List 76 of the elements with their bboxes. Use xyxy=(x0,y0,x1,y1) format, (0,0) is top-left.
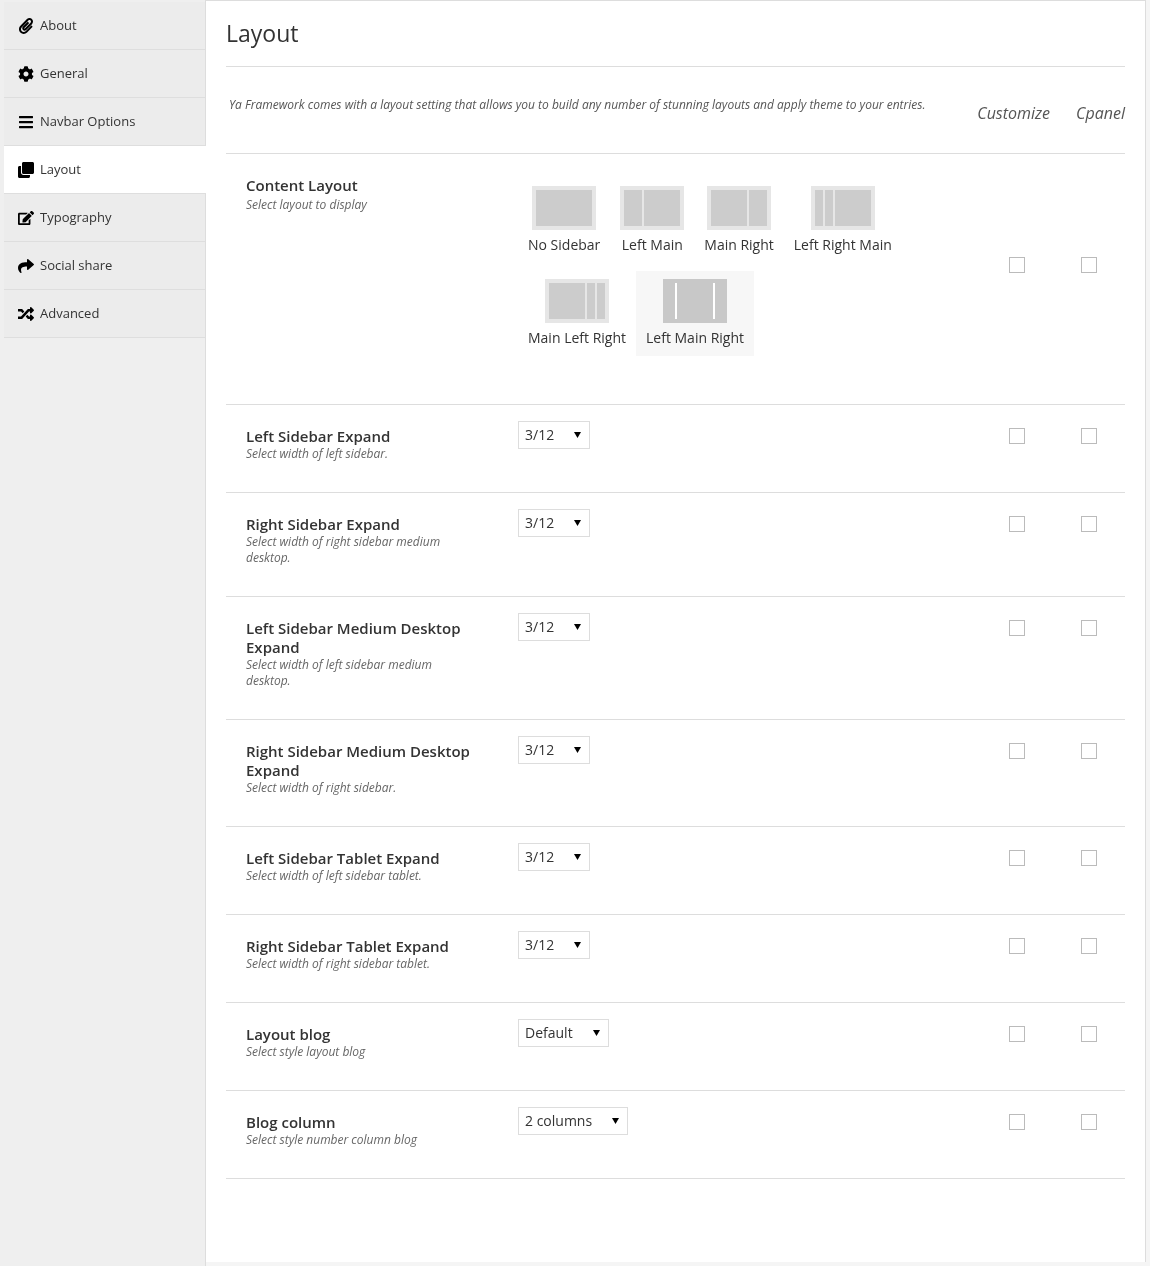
caret-icon xyxy=(574,941,582,948)
settings-icon xyxy=(18,65,34,82)
setting-title: Left Sidebar Medium Desktop Expand xyxy=(246,618,462,657)
caret-icon xyxy=(592,1029,600,1036)
caret-icon xyxy=(612,1117,620,1124)
setting-title: Left Sidebar Tablet Expand xyxy=(246,848,441,868)
customize-checkbox[interactable] xyxy=(1009,515,1025,532)
caret-icon xyxy=(574,853,582,860)
page-title: Layout xyxy=(226,1,1125,67)
layout-thumbnail-icon xyxy=(545,278,609,323)
stacked-pages-icon xyxy=(18,161,34,178)
setting-title: Blog column xyxy=(246,1112,337,1132)
customize-checkbox[interactable] xyxy=(1009,619,1025,636)
layout-thumbnail-icon xyxy=(810,185,875,230)
setting-description: Select layout to display xyxy=(246,196,368,215)
setting-title: Right Sidebar Tablet Expand xyxy=(246,936,450,956)
menu-icon xyxy=(18,113,34,130)
select-dropdown[interactable]: 3/12 xyxy=(518,930,591,959)
layout-thumbnail-icon xyxy=(707,185,772,230)
layout-option[interactable]: Main Right xyxy=(694,177,784,263)
customize-checkbox[interactable] xyxy=(1009,849,1025,866)
sidebar-item[interactable]: Layout xyxy=(4,146,206,194)
paperclip-icon xyxy=(18,17,34,34)
cpanel-checkbox[interactable] xyxy=(1081,427,1097,444)
layout-thumbnail-icon xyxy=(532,185,597,230)
caret-icon xyxy=(574,623,582,630)
layout-option[interactable]: Left Main xyxy=(610,177,695,263)
cpanel-checkbox[interactable] xyxy=(1081,742,1097,759)
setting-description: Select style number column blog xyxy=(246,1131,419,1148)
setting-title: Left Sidebar Expand xyxy=(246,426,392,446)
setting-description: Select width of left sidebar. xyxy=(246,445,390,462)
select-dropdown[interactable]: 3/12 xyxy=(518,735,591,764)
cpanel-checkbox[interactable] xyxy=(1081,619,1097,636)
select-dropdown[interactable]: 3/12 xyxy=(518,612,591,641)
setting-title: Content Layout xyxy=(246,173,359,197)
customize-checkbox[interactable] xyxy=(1009,427,1025,444)
caret-icon xyxy=(574,746,582,753)
cpanel-checkbox[interactable] xyxy=(1081,515,1097,532)
setting-title: Right Sidebar Expand xyxy=(246,514,401,534)
setting-description: Select width of left sidebar tablet. xyxy=(246,867,422,884)
select-dropdown[interactable]: 3/12 xyxy=(518,420,591,449)
customize-checkbox[interactable] xyxy=(1009,256,1025,273)
edit-icon xyxy=(18,209,34,226)
setting-description: Select width of right sidebar tablet. xyxy=(246,955,430,972)
select-dropdown[interactable]: 2 columns xyxy=(518,1106,629,1135)
column-heading: Customize xyxy=(977,100,1051,125)
caret-icon xyxy=(574,519,582,526)
caret-icon xyxy=(574,431,582,438)
shuffle-icon xyxy=(18,305,34,322)
customize-checkbox[interactable] xyxy=(1009,742,1025,759)
select-dropdown[interactable]: 3/12 xyxy=(518,842,591,871)
layout-option[interactable]: Left Right Main xyxy=(783,177,902,263)
setting-title: Layout blog xyxy=(246,1024,332,1044)
setting-description: Select style layout blog xyxy=(246,1043,367,1060)
column-heading: Cpanel xyxy=(1076,100,1125,125)
page-description: Ya Framework comes with a layout setting that allows you to build any number of stunning layouts and apply theme to your entries. xyxy=(228,94,927,114)
layout-thumbnail-icon xyxy=(620,185,685,230)
select-dropdown[interactable]: 3/12 xyxy=(518,508,591,537)
layout-option[interactable]: Left Main Right xyxy=(636,270,754,356)
setting-description: Select width of right sidebar medium desktop. xyxy=(246,533,442,566)
select-dropdown[interactable]: Default xyxy=(518,1018,609,1047)
cpanel-checkbox[interactable] xyxy=(1081,1113,1097,1130)
layout-option[interactable]: No Sidebar xyxy=(518,177,611,263)
layout-thumbnail-icon xyxy=(663,278,727,323)
customize-checkbox[interactable] xyxy=(1009,937,1025,954)
cpanel-checkbox[interactable] xyxy=(1081,937,1097,954)
setting-title: Right Sidebar Medium Desktop Expand xyxy=(246,741,471,780)
setting-description: Select width of right sidebar. xyxy=(246,779,398,796)
cpanel-checkbox[interactable] xyxy=(1081,849,1097,866)
share-arrow-icon xyxy=(18,257,34,274)
setting-description: Select width of left sidebar medium desktop. xyxy=(246,656,433,689)
cpanel-checkbox[interactable] xyxy=(1081,1025,1097,1042)
layout-option[interactable]: Main Left Right xyxy=(518,270,636,356)
customize-checkbox[interactable] xyxy=(1009,1025,1025,1042)
cpanel-checkbox[interactable] xyxy=(1081,256,1097,273)
customize-checkbox[interactable] xyxy=(1009,1113,1025,1130)
